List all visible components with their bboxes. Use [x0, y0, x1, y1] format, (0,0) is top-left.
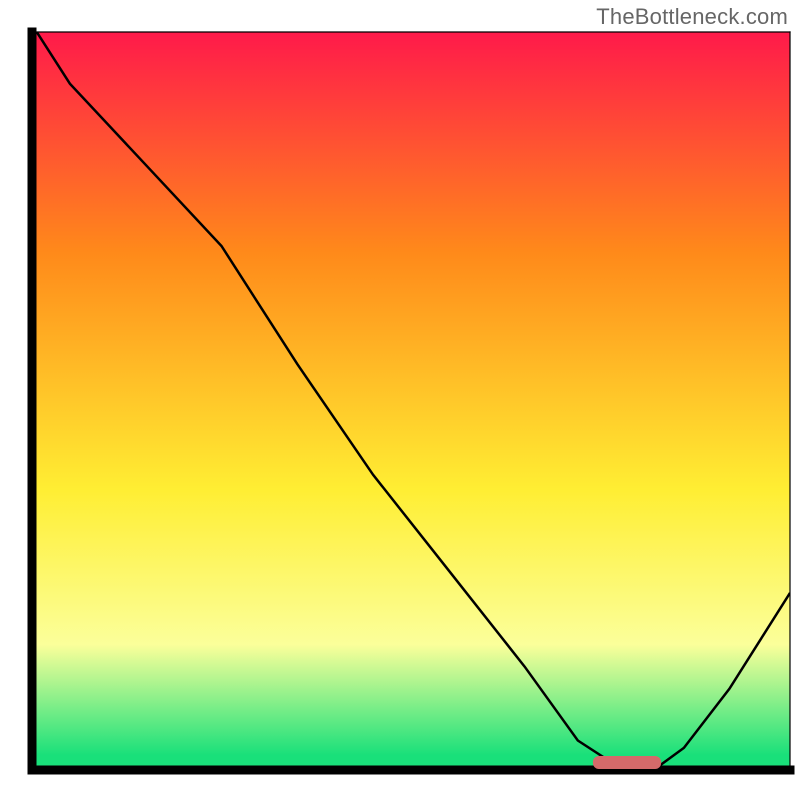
optimal-range-marker	[593, 756, 661, 769]
attribution-label: TheBottleneck.com	[596, 4, 788, 30]
chart-canvas: TheBottleneck.com	[0, 0, 800, 800]
gradient-background	[32, 32, 790, 770]
bottleneck-chart	[0, 0, 800, 800]
